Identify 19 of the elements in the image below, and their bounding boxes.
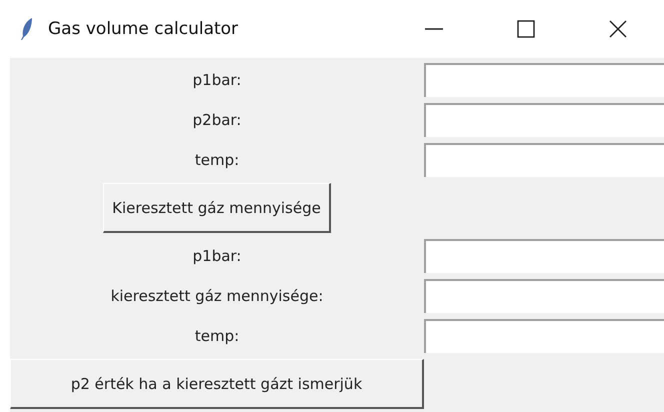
- action-button[interactable]: p2 érték ha a kieresztett gázt ismerjük: [10, 359, 424, 409]
- close-icon: [608, 19, 628, 39]
- input-field[interactable]: [424, 63, 664, 97]
- field-label: kieresztett gáz mennyisége:: [110, 287, 324, 305]
- field-label: p1bar:: [192, 247, 242, 265]
- input-field[interactable]: [424, 239, 664, 273]
- action-button[interactable]: Kieresztett gáz mennyisége: [103, 183, 331, 233]
- field-label: temp:: [194, 327, 240, 345]
- minimize-icon: [425, 28, 443, 30]
- field-label: p2bar:: [192, 111, 242, 129]
- window-title: Gas volume calculator: [48, 19, 240, 39]
- field-label: p1bar:: [192, 71, 242, 89]
- input-field[interactable]: [424, 279, 664, 313]
- input-field[interactable]: [424, 319, 664, 353]
- maximize-icon: [516, 19, 536, 39]
- field-label: temp:: [194, 151, 240, 169]
- input-field[interactable]: [424, 143, 664, 177]
- feather-icon: [20, 17, 34, 41]
- input-field[interactable]: [424, 103, 664, 137]
